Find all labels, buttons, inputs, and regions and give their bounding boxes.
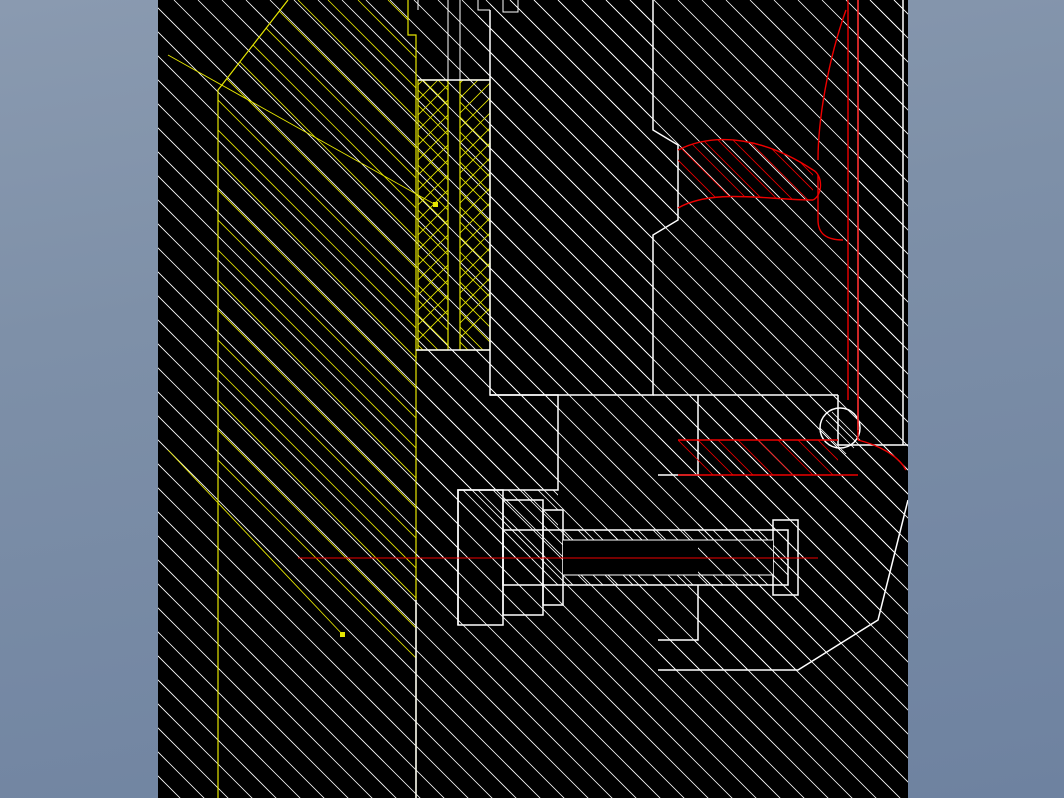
part-left-body [158,0,908,798]
drawing-area[interactable] [158,0,908,798]
cad-drawing-svg [158,0,908,798]
part-right-shell [158,0,908,798]
part-fastener [408,450,878,650]
layer-red-highlight [298,0,906,558]
part-lower-left [158,0,908,798]
part-lower-right [158,0,908,798]
insert-slot-lines [418,0,518,80]
part-main-upper [158,0,908,798]
cad-viewport [0,0,1064,798]
